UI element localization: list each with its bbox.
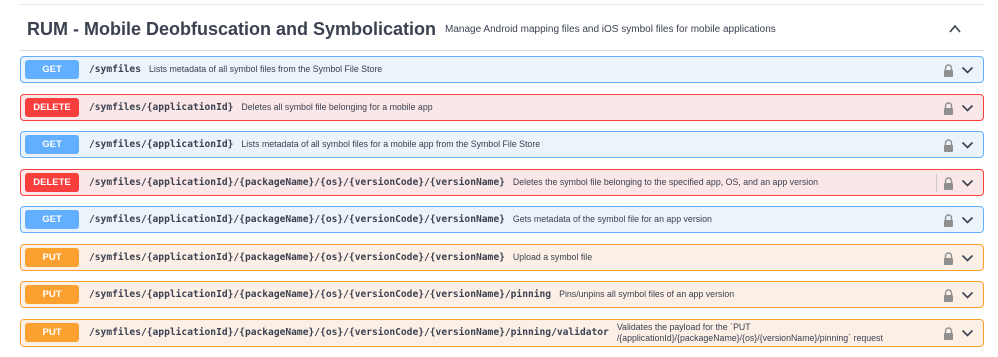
lock-icon[interactable] [943,214,954,227]
operation-row[interactable]: PUT /symfiles/{applicationId}/{packageNa… [20,281,984,308]
operation-path: /symfiles/{applicationId}/{packageName}/… [89,327,609,338]
operation-path: /symfiles/{applicationId}/{packageName}/… [89,251,505,263]
operation-summary: Pins/unpins all symbol files of an app v… [559,289,735,299]
lock-icon[interactable] [943,139,954,152]
method-badge: DELETE [25,97,79,117]
operation-summary: Deletes the symbol file belonging to the… [512,176,819,187]
operation-summary: Deletes all symbol file belonging for a … [241,101,433,112]
operation-row[interactable]: GET /symfiles Lists metadata of all symb… [20,56,984,83]
operation-summary: Upload a symbol file [512,251,593,262]
lock-icon[interactable] [943,289,954,302]
section-description: Manage Android mapping files and iOS sym… [445,23,776,35]
chevron-up-icon[interactable] [948,22,962,36]
operation-row[interactable]: DELETE /symfiles/{applicationId} Deletes… [20,93,984,121]
operation-path: /symfiles [89,64,141,75]
lock-icon[interactable] [943,101,954,115]
operation-row[interactable]: PUT /symfiles/{applicationId}/{packageNa… [20,318,984,347]
section-header[interactable]: RUM - Mobile Deobfuscation and Symbolica… [20,8,984,51]
method-badge: PUT [25,247,79,267]
divider [936,173,937,192]
method-badge: GET [25,60,79,79]
operation-path: /symfiles/{applicationId} [89,139,234,150]
chevron-down-icon[interactable] [961,103,974,113]
chevron-down-icon[interactable] [961,65,974,75]
section-title: RUM - Mobile Deobfuscation and Symbolica… [27,18,437,39]
operation-path: /symfiles/{applicationId}/{packageName}/… [89,289,552,300]
top-divider [20,4,984,5]
operation-path: /symfiles/{applicationId}/{packageName}/… [89,176,505,188]
operation-summary: Gets metadata of the symbol file for an … [512,214,712,224]
operation-path: /symfiles/{applicationId} [89,101,234,113]
lock-icon[interactable] [943,64,954,77]
method-badge: DELETE [25,172,79,192]
lock-icon[interactable] [943,326,954,340]
chevron-down-icon[interactable] [961,140,974,150]
operation-row[interactable]: PUT /symfiles/{applicationId}/{packageNa… [20,243,984,271]
lock-icon[interactable] [943,176,954,190]
chevron-down-icon[interactable] [961,290,974,300]
chevron-down-icon[interactable] [961,215,974,225]
operation-summary: Validates the payload for the `PUT /{app… [616,321,883,343]
operation-row[interactable]: DELETE /symfiles/{applicationId}/{packag… [20,168,984,196]
chevron-down-icon[interactable] [961,178,974,188]
method-badge: GET [25,210,79,229]
chevron-down-icon[interactable] [961,253,974,263]
operation-summary: Lists metadata of all symbol files for a… [241,139,541,149]
chevron-down-icon[interactable] [961,328,974,338]
method-badge: PUT [25,285,79,304]
operation-row[interactable]: GET /symfiles/{applicationId} Lists meta… [20,131,984,158]
operation-path: /symfiles/{applicationId}/{packageName}/… [89,214,505,225]
method-badge: GET [25,135,79,154]
operation-row[interactable]: GET /symfiles/{applicationId}/{packageNa… [20,206,984,233]
operations-list: GET /symfiles Lists metadata of all symb… [20,56,984,357]
method-badge: PUT [25,323,79,342]
operation-summary: Lists metadata of all symbol files from … [148,64,383,74]
lock-icon[interactable] [943,251,954,265]
